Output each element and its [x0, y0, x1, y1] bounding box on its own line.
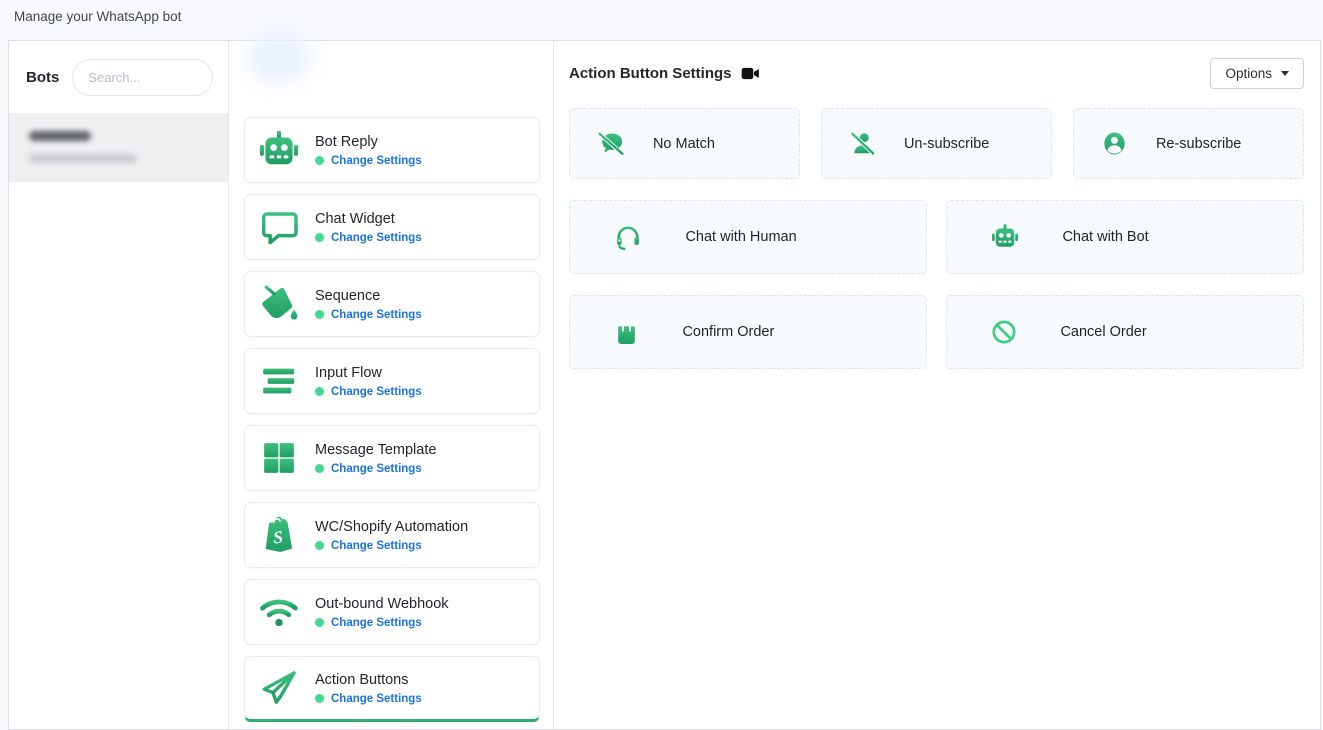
ban-icon	[990, 318, 1018, 346]
fill-drip-icon	[256, 281, 302, 327]
wifi-icon	[256, 589, 302, 635]
bots-title: Bots	[26, 69, 59, 86]
feature-title: Chat Widget	[315, 211, 422, 227]
comment-slash-icon	[597, 130, 625, 158]
shopify-bag-icon: S	[256, 512, 302, 558]
bots-sidebar: Bots	[9, 41, 229, 729]
action-card-unsubscribe[interactable]: Un-subscribe	[821, 108, 1052, 179]
paper-plane-icon	[256, 665, 302, 711]
action-card-label: No Match	[653, 136, 715, 152]
status-dot	[315, 233, 324, 242]
selected-bot-item[interactable]	[9, 113, 228, 182]
bot-search-input[interactable]	[72, 59, 213, 96]
change-settings-link[interactable]: Change Settings	[331, 693, 422, 705]
feature-title: Input Flow	[315, 365, 422, 381]
video-camera-icon[interactable]	[741, 67, 760, 80]
action-card-resubscribe[interactable]: Re-subscribe	[1073, 108, 1304, 179]
sidebar-header: Bots	[9, 41, 228, 113]
action-card-label: Chat with Bot	[1062, 229, 1148, 245]
shopping-bag-icon	[613, 319, 640, 346]
status-dot	[315, 618, 324, 627]
feature-card-input-flow[interactable]: Input Flow Change Settings	[244, 348, 540, 414]
status-dot	[315, 541, 324, 550]
main-container: Bots	[8, 40, 1321, 730]
action-card-label: Re-subscribe	[1156, 136, 1241, 152]
feature-card-bot-reply[interactable]: Bot Reply Change Settings	[244, 117, 540, 183]
feature-card-action-buttons[interactable]: Action Buttons Change Settings	[244, 656, 540, 722]
bot-phone-redacted	[29, 154, 137, 163]
feature-title: WC/Shopify Automation	[315, 519, 468, 535]
status-dot	[315, 694, 324, 703]
robot-icon	[256, 127, 302, 173]
action-card-confirm-order[interactable]: Confirm Order	[569, 295, 927, 369]
action-card-label: Un-subscribe	[904, 136, 989, 152]
feature-title: Bot Reply	[315, 134, 422, 150]
svg-text:S: S	[272, 527, 284, 548]
change-settings-link[interactable]: Change Settings	[331, 232, 422, 244]
change-settings-link[interactable]: Change Settings	[331, 155, 422, 167]
options-button-label: Options	[1225, 66, 1272, 81]
change-settings-link[interactable]: Change Settings	[331, 386, 422, 398]
chat-bubble-icon	[256, 204, 302, 250]
action-card-no-match[interactable]: No Match	[569, 108, 800, 179]
feature-card-shopify-automation[interactable]: S WC/Shopify Automation Change Settings	[244, 502, 540, 568]
bot-name-redacted	[29, 131, 91, 141]
change-settings-link[interactable]: Change Settings	[331, 617, 422, 629]
feature-card-sequence[interactable]: Sequence Change Settings	[244, 271, 540, 337]
feature-card-outbound-webhook[interactable]: Out-bound Webhook Change Settings	[244, 579, 540, 645]
robot-icon	[990, 222, 1020, 252]
grid-squares-icon	[256, 435, 302, 481]
status-dot	[315, 464, 324, 473]
change-settings-link[interactable]: Change Settings	[331, 463, 422, 475]
change-settings-link[interactable]: Change Settings	[331, 540, 422, 552]
status-dot	[315, 387, 324, 396]
user-circle-icon	[1101, 130, 1128, 157]
feature-title: Out-bound Webhook	[315, 596, 449, 612]
action-card-label: Chat with Human	[685, 229, 796, 245]
action-card-label: Confirm Order	[682, 324, 774, 340]
page-title: Manage your WhatsApp bot	[0, 0, 1323, 40]
panel-title: Action Button Settings	[569, 65, 731, 82]
action-card-cancel-order[interactable]: Cancel Order	[946, 295, 1304, 369]
feature-card-chat-widget[interactable]: Chat Widget Change Settings	[244, 194, 540, 260]
blurred-avatar-blob	[247, 33, 311, 83]
feature-card-message-template[interactable]: Message Template Change Settings	[244, 425, 540, 491]
change-settings-link[interactable]: Change Settings	[331, 309, 422, 321]
action-card-label: Cancel Order	[1060, 324, 1146, 340]
bot-features-column: Bot Reply Change Settings Chat Widget Ch…	[229, 41, 554, 729]
feature-title: Sequence	[315, 288, 422, 304]
options-button[interactable]: Options	[1210, 58, 1304, 89]
chevron-down-icon	[1281, 71, 1289, 76]
feature-title: Message Template	[315, 442, 436, 458]
status-dot	[315, 156, 324, 165]
action-card-chat-with-bot[interactable]: Chat with Bot	[946, 200, 1304, 274]
feature-title: Action Buttons	[315, 672, 422, 688]
align-bars-icon	[256, 358, 302, 404]
action-card-chat-with-human[interactable]: Chat with Human	[569, 200, 927, 274]
status-dot	[315, 310, 324, 319]
action-button-settings-panel: Action Button Settings Options	[554, 41, 1320, 729]
user-slash-icon	[849, 130, 876, 157]
headset-icon	[613, 222, 643, 252]
